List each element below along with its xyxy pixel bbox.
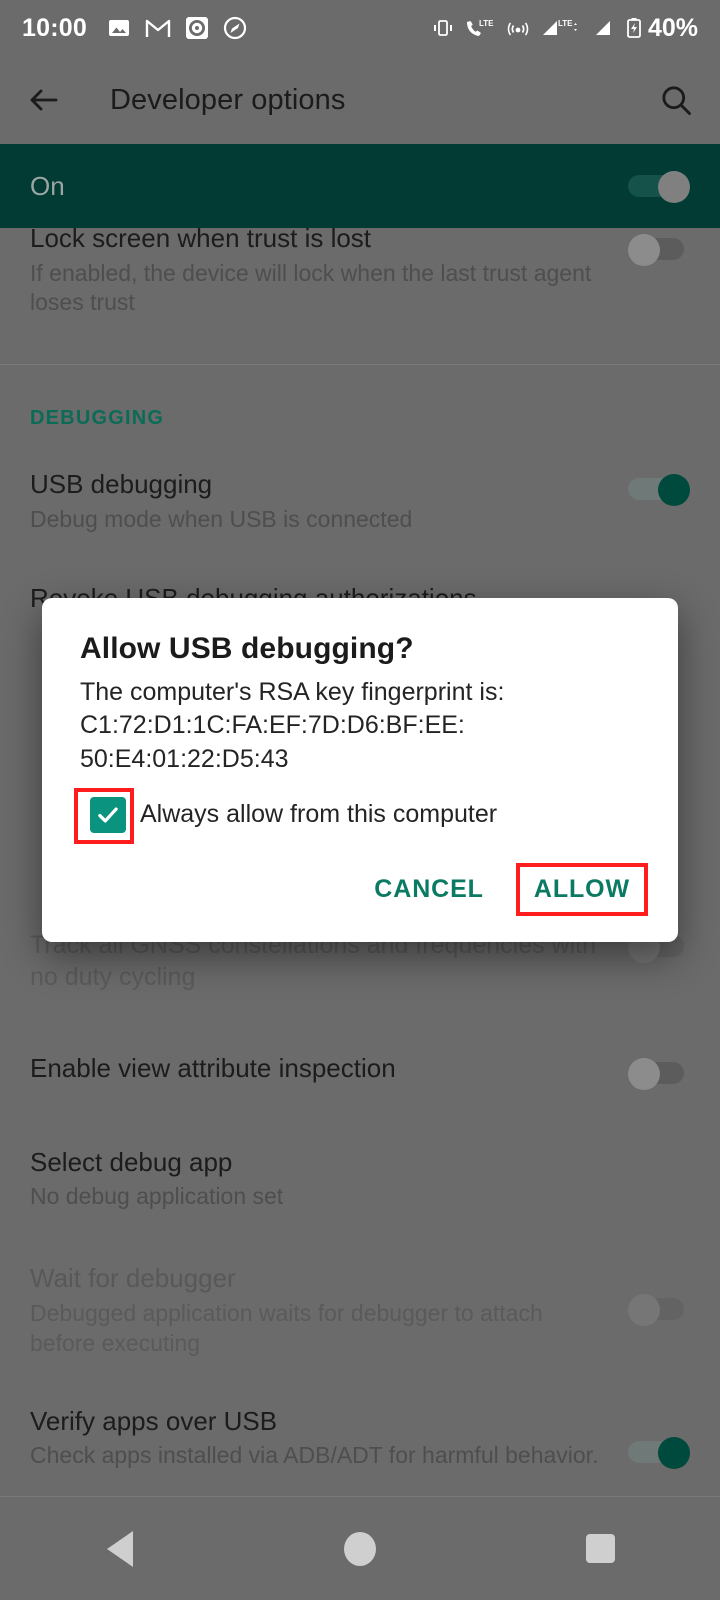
- signal-icon: [594, 18, 614, 38]
- row-title: Select debug app: [30, 1146, 233, 1177]
- always-allow-checkbox[interactable]: [74, 787, 136, 844]
- cancel-button[interactable]: CANCEL: [356, 861, 502, 918]
- svg-text:LTE: LTE: [479, 19, 494, 28]
- status-bar: 10:00 LTE LTE 40%: [0, 0, 720, 56]
- compass-icon: [223, 16, 247, 40]
- search-icon[interactable]: [658, 82, 694, 118]
- photos-icon: [107, 16, 131, 40]
- developer-options-master-switch-row[interactable]: On: [0, 144, 720, 228]
- toggle-lock-screen-when-trust-is-lost[interactable]: [628, 234, 690, 266]
- battery-charging-icon: [625, 17, 643, 39]
- navigation-bar: [0, 1496, 720, 1600]
- toggle-enable-view-attribute-inspection[interactable]: [628, 1057, 690, 1090]
- row-text: USB debugging Debug mode when USB is con…: [30, 468, 620, 534]
- svg-text:LTE: LTE: [558, 19, 573, 28]
- section-header-debugging: DEBUGGING: [30, 407, 165, 429]
- setting-row-wait-for-debugger: Wait for debugger Debugged application w…: [0, 1262, 720, 1358]
- row-summary: No debug application set: [30, 1183, 284, 1210]
- setting-row-enable-view-attribute-inspection[interactable]: Enable view attribute inspection: [0, 1052, 720, 1090]
- row-text: Enable view attribute inspection: [30, 1052, 620, 1085]
- list-divider: [0, 364, 720, 365]
- dialog-message-line-3: 50:E4:01:22:D5:43: [80, 744, 289, 773]
- checkbox-box: [90, 796, 126, 833]
- status-bar-system-icons: LTE LTE: [432, 17, 643, 39]
- row-text: Verify apps over USB Check apps installe…: [30, 1405, 620, 1471]
- battery-percent-label: 40%: [647, 13, 698, 42]
- always-allow-checkbox-label: Always allow from this computer: [140, 800, 498, 829]
- row-text: Lock screen when trust is lost If enable…: [30, 223, 620, 318]
- allow-button[interactable]: ALLOW: [516, 861, 648, 918]
- toggle-usb-debugging[interactable]: [628, 474, 690, 506]
- home-circle-icon: [344, 1531, 376, 1566]
- row-control: [620, 1262, 690, 1327]
- gmail-icon: [145, 17, 171, 39]
- dialog-message-line-1: The computer's RSA key fingerprint is:: [80, 678, 505, 706]
- switch-thumb: [658, 474, 690, 506]
- row-title: Lock screen when trust is lost: [30, 223, 372, 253]
- always-allow-checkbox-row[interactable]: Always allow from this computer: [74, 787, 642, 844]
- usb-debugging-dialog: Allow USB debugging? The computer's RSA …: [42, 598, 678, 942]
- master-switch-toggle[interactable]: [628, 171, 690, 203]
- record-icon: [185, 16, 209, 40]
- nav-recents-button[interactable]: [540, 1497, 660, 1600]
- row-title: Enable view attribute inspection: [30, 1052, 396, 1083]
- dialog-actions: CANCEL ALLOW: [356, 861, 648, 918]
- call-lte-icon: LTE: [465, 18, 495, 38]
- cancel-button-wrap: CANCEL: [356, 861, 502, 918]
- setting-row-lock-screen-when-trust-is-lost[interactable]: Lock screen when trust is lost If enable…: [0, 223, 720, 336]
- signal-lte-icon: LTE: [541, 18, 583, 38]
- row-title: Verify apps over USB: [30, 1405, 278, 1436]
- switch-thumb: [658, 171, 690, 203]
- nav-back-button[interactable]: [60, 1497, 180, 1600]
- vibrate-icon: [432, 18, 454, 38]
- dialog-title: Allow USB debugging?: [80, 632, 414, 665]
- setting-row-verify-apps-over-usb[interactable]: Verify apps over USB Check apps installe…: [0, 1405, 720, 1471]
- nav-home-button[interactable]: [300, 1497, 420, 1600]
- row-summary: If enabled, the device will lock when th…: [30, 259, 592, 316]
- dialog-message-line-2: C1:72:D1:1C:FA:EF:7D:D6:BF:EE:: [80, 711, 465, 740]
- switch-thumb: [628, 1057, 660, 1090]
- row-control: [620, 468, 690, 506]
- setting-row-usb-debugging[interactable]: USB debugging Debug mode when USB is con…: [0, 468, 720, 534]
- checkmark-icon: [98, 807, 118, 823]
- back-arrow-icon[interactable]: [26, 82, 62, 118]
- hotspot-icon: [506, 18, 530, 38]
- phone-screen: 10:00 LTE LTE 40% Developer options On L…: [0, 0, 720, 1600]
- switch-thumb: [628, 234, 660, 266]
- row-control: [620, 1405, 690, 1469]
- status-bar-notification-icons: [107, 16, 247, 40]
- back-triangle-icon: [107, 1530, 133, 1567]
- row-control: [620, 582, 690, 588]
- row-summary: Check apps installed via ADB/ADT for har…: [30, 1442, 599, 1469]
- status-bar-clock: 10:00: [22, 13, 87, 42]
- row-text: Wait for debugger Debugged application w…: [30, 1262, 620, 1358]
- row-control: [620, 228, 690, 266]
- setting-row-select-debug-app[interactable]: Select debug app No debug application se…: [0, 1146, 720, 1212]
- row-control: [620, 1052, 690, 1090]
- row-title: Wait for debugger: [30, 1263, 236, 1294]
- switch-thumb: [658, 1436, 690, 1469]
- row-title: USB debugging: [30, 469, 213, 499]
- toggle-wait-for-debugger: [628, 1294, 690, 1327]
- row-control: [620, 1146, 690, 1152]
- row-text: Select debug app No debug application se…: [30, 1146, 620, 1212]
- allow-button-wrap: ALLOW: [515, 861, 648, 918]
- row-summary: Debug mode when USB is connected: [30, 505, 413, 532]
- app-bar: Developer options: [0, 56, 720, 144]
- switch-thumb: [628, 1294, 660, 1327]
- row-summary: Debugged application waits for debugger …: [30, 1299, 543, 1356]
- master-switch-label: On: [30, 170, 65, 201]
- toggle-verify-apps-over-usb[interactable]: [628, 1436, 690, 1469]
- recents-square-icon: [585, 1534, 615, 1563]
- page-title: Developer options: [110, 83, 346, 116]
